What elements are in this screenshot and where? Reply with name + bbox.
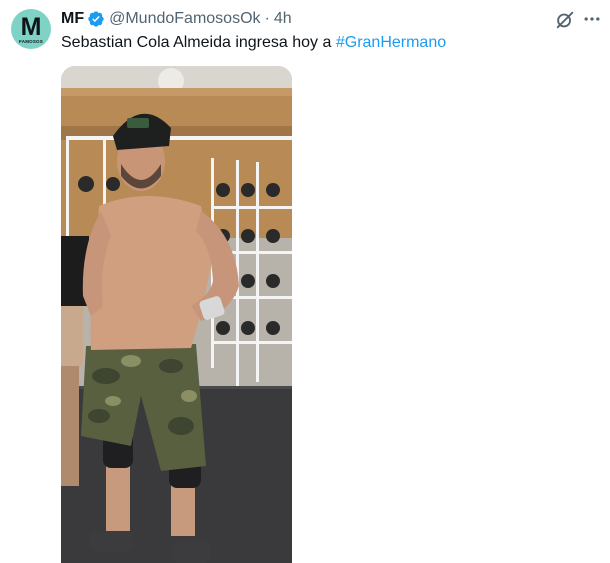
hashtag-link[interactable]: #GranHermano (336, 34, 446, 51)
tweet-time[interactable]: 4h (274, 10, 292, 28)
tweet-header: MF @MundoFamososOk · 4h (61, 9, 292, 29)
tweet-photo[interactable] (61, 66, 292, 563)
more-options-icon[interactable] (582, 9, 602, 29)
verified-badge-icon (88, 11, 104, 27)
tweet-body: Sebastian Cola Almeida ingresa hoy a (61, 34, 336, 51)
display-name[interactable]: MF (61, 10, 84, 28)
separator-dot: · (264, 10, 270, 27)
tweet-text: Sebastian Cola Almeida ingresa hoy a #Gr… (61, 34, 446, 52)
avatar-subtext: FAMOSOS (19, 39, 43, 44)
avatar[interactable]: M FAMOSOS (11, 9, 51, 49)
tweet[interactable]: M FAMOSOS MF @MundoFamososOk · 4h Sebast… (0, 0, 610, 563)
grok-icon[interactable] (554, 9, 576, 31)
avatar-letter: M (20, 13, 42, 41)
gym-photo-illustration (61, 66, 292, 563)
author-handle[interactable]: @MundoFamososOk (109, 10, 260, 28)
